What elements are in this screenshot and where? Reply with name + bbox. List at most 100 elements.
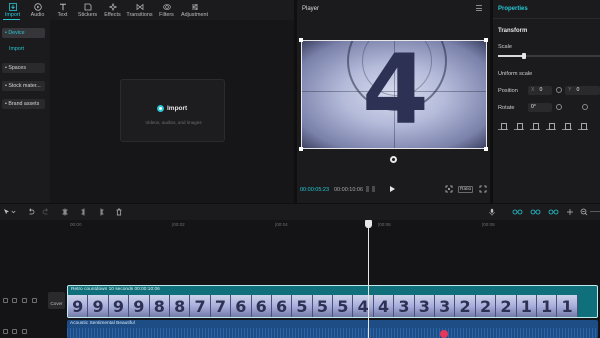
transform-section-title[interactable]: Transform	[498, 28, 527, 34]
position-x-value: 0	[539, 87, 543, 93]
timeline-panel: 00:00 |00:02 |00:04 |00:06 |00:08 Cover …	[0, 204, 600, 338]
tool-audio[interactable]: Audio	[25, 0, 50, 20]
audio-beat-marker[interactable]	[440, 330, 448, 338]
clip-thumbnail: 2	[455, 295, 476, 317]
sidebar-subitem-import[interactable]: Import	[9, 46, 24, 52]
sidebar-item-brand-assets[interactable]: • Brand assets	[2, 99, 45, 109]
lock-icon[interactable]	[3, 329, 8, 334]
ratio-button[interactable]: Ratio	[458, 186, 474, 193]
tool-text[interactable]: Text	[50, 0, 75, 20]
play-button[interactable]	[390, 186, 395, 192]
microphone-icon[interactable]	[488, 208, 496, 216]
rotate-handle[interactable]	[390, 156, 397, 163]
delete-icon[interactable]	[115, 208, 123, 216]
tool-label: Effects	[104, 11, 121, 18]
audio-mute-icon[interactable]	[22, 298, 27, 303]
timecode-toggle-icon[interactable]	[366, 186, 375, 192]
align-top-icon[interactable]	[546, 121, 556, 130]
redo-icon[interactable]	[42, 208, 50, 216]
rotate-field[interactable]: 0°	[528, 103, 552, 112]
zoom-out-icon[interactable]	[580, 208, 588, 216]
import-dropzone[interactable]: Import Videos, audios, and images	[120, 79, 225, 142]
text-icon	[59, 3, 66, 10]
sidebar-item-device[interactable]: • Device	[2, 28, 45, 38]
fullscreen-crop-icon[interactable]	[445, 185, 453, 193]
clip-thumbnail: 2	[496, 295, 517, 317]
rotate-label: Rotate	[498, 105, 515, 111]
rotate-reset-icon[interactable]	[582, 104, 588, 110]
zoom-slider[interactable]	[590, 211, 600, 212]
clip-thumbnail: 9	[68, 295, 89, 317]
total-time: 00:00:10:06	[334, 187, 364, 193]
tool-effects[interactable]: Effects	[100, 0, 125, 20]
chevron-down-icon[interactable]	[11, 208, 16, 216]
audio-waveform	[67, 328, 598, 338]
resize-handle[interactable]	[299, 147, 303, 151]
align-left-icon[interactable]	[498, 121, 508, 130]
menu-icon[interactable]	[476, 5, 482, 11]
resize-handle[interactable]	[484, 147, 488, 151]
clip-thumbnail: 9	[108, 295, 130, 317]
player-panel: Player 4 00:00:05:23 00:00:10:06 Ratio	[297, 0, 490, 203]
more-icon[interactable]	[32, 298, 37, 303]
magnet-snap-icon[interactable]	[530, 208, 541, 216]
audio-icon	[33, 2, 42, 11]
tool-import[interactable]: Import	[0, 0, 25, 20]
video-preview[interactable]: 4	[301, 40, 487, 149]
media-panel: Import Audio Text Stickers Effects Trans…	[0, 0, 294, 203]
timeline-toolbar	[0, 204, 600, 220]
clip-thumbnail: 6	[231, 295, 252, 317]
time-ruler[interactable]: 00:00 |00:02 |00:04 |00:06 |00:08	[0, 220, 600, 230]
align-right-icon[interactable]	[530, 121, 540, 130]
keyframe-icon[interactable]	[556, 104, 562, 110]
position-y-prefix: Y	[568, 87, 572, 93]
import-button[interactable]: Import	[157, 105, 187, 112]
clip-thumbnail: 8	[149, 295, 170, 317]
playhead[interactable]	[365, 220, 372, 228]
cover-button[interactable]: Cover	[48, 292, 65, 309]
active-tab-indicator	[3, 19, 20, 20]
sidebar-item-spaces[interactable]: • Spaces	[2, 63, 45, 73]
scale-slider-knob[interactable]	[521, 53, 526, 59]
clip-thumbnail: 5	[333, 295, 354, 317]
tool-adjustment[interactable]: Adjustment	[179, 0, 210, 20]
fullscreen-icon[interactable]	[479, 185, 487, 193]
scale-slider[interactable]	[498, 53, 600, 59]
ruler-label: |00:02	[172, 222, 185, 227]
clip-thumbnail: 7	[190, 295, 211, 317]
clip-thumbnail: 9	[129, 295, 150, 317]
audio-clip[interactable]: Acoustic Sentimental Beautiful	[67, 320, 598, 338]
align-center-h-icon[interactable]	[514, 121, 524, 130]
resize-handle[interactable]	[299, 38, 303, 42]
keyframe-icon[interactable]	[556, 87, 562, 93]
tool-transitions[interactable]: Transitions	[125, 0, 154, 20]
clip-thumbnail: 1	[516, 295, 537, 317]
split-left-icon[interactable]	[80, 208, 88, 216]
tool-filters[interactable]: Filters	[154, 0, 179, 20]
undo-icon[interactable]	[27, 208, 35, 216]
audio-mute-icon[interactable]	[22, 329, 27, 334]
lock-icon[interactable]	[3, 298, 8, 303]
split-icon[interactable]	[61, 208, 69, 216]
link-main-track-icon[interactable]	[512, 208, 523, 216]
clip-thumbnails: 9999887766655544333222111	[68, 295, 597, 317]
video-clip[interactable]: Retro countdown 10 seconds 00:00:10:06 9…	[67, 285, 598, 318]
align-bottom-icon[interactable]	[578, 121, 588, 130]
clip-thumbnail: 3	[435, 295, 456, 317]
position-y-field[interactable]: Y0	[565, 86, 600, 95]
split-right-icon[interactable]	[97, 208, 105, 216]
preview-axis-icon[interactable]	[566, 208, 574, 216]
select-cursor-icon[interactable]	[3, 208, 11, 216]
resize-handle[interactable]	[484, 38, 488, 42]
align-center-v-icon[interactable]	[562, 121, 572, 130]
import-icon	[8, 2, 17, 11]
tool-stickers[interactable]: Stickers	[75, 0, 100, 20]
clip-thumbnail: 7	[210, 295, 232, 317]
clip-thumbnail: 3	[394, 295, 415, 317]
position-x-field[interactable]: X0	[528, 86, 552, 95]
sidebar-item-stock-material[interactable]: • Stock mater...	[2, 81, 45, 91]
linkage-icon[interactable]	[548, 208, 559, 216]
eye-icon[interactable]	[12, 329, 17, 334]
position-label: Position	[498, 88, 518, 94]
eye-icon[interactable]	[12, 298, 17, 303]
